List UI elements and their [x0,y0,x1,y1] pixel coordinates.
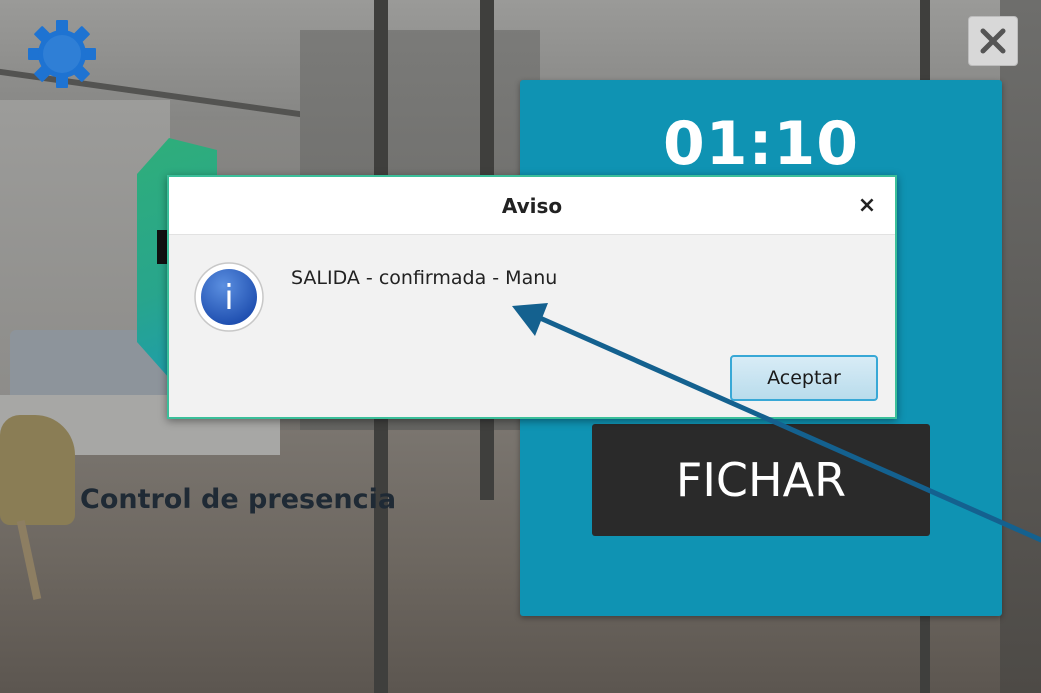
window-close-button[interactable] [968,16,1018,66]
clock-time: 01:10 [663,109,859,179]
notice-dialog: Aviso × i SALIDA - confirmada - Manu Ace… [167,175,897,419]
fichar-button[interactable]: FICHAR [592,424,930,536]
close-icon [980,28,1006,54]
background-right-wall [1000,0,1041,693]
dialog-title: Aviso [501,194,563,218]
info-glyph: i [224,278,233,318]
accept-button[interactable]: Aceptar [730,355,878,401]
background-chair [0,415,75,525]
gear-icon [28,20,96,88]
settings-button[interactable] [26,18,98,90]
dialog-message: SALIDA - confirmada - Manu [291,267,558,289]
app-title: Control de presencia [80,484,397,515]
info-icon: i [193,261,265,333]
dialog-header: Aviso × [169,177,895,235]
dialog-close-button[interactable]: × [853,192,881,220]
app-window: Control de presencia 01:10 10/06/2018 FI… [0,0,1041,693]
